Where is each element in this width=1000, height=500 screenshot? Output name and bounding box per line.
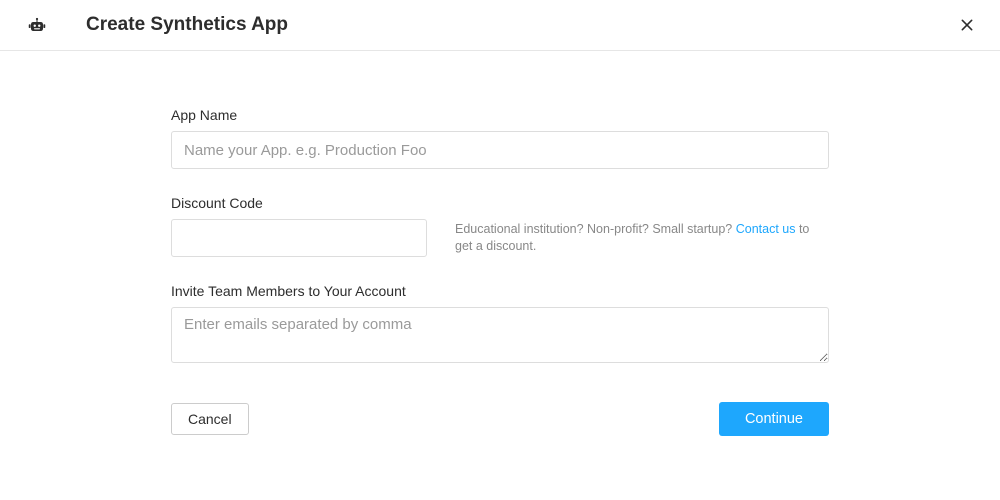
continue-button[interactable]: Continue xyxy=(719,402,829,436)
close-icon xyxy=(959,17,975,33)
discount-help-prefix: Educational institution? Non-profit? Sma… xyxy=(455,222,736,236)
robot-icon xyxy=(28,16,46,34)
invite-emails-input[interactable] xyxy=(171,307,829,363)
modal-header: Create Synthetics App xyxy=(0,0,1000,51)
discount-help-text: Educational institution? Non-profit? Sma… xyxy=(455,219,829,255)
close-button[interactable] xyxy=(958,16,976,34)
modal-title: Create Synthetics App xyxy=(86,14,958,36)
form-content: App Name Discount Code Educational insti… xyxy=(171,51,829,436)
invite-label: Invite Team Members to Your Account xyxy=(171,283,829,299)
contact-us-link[interactable]: Contact us xyxy=(736,222,796,236)
app-name-input[interactable] xyxy=(171,131,829,169)
invite-group: Invite Team Members to Your Account xyxy=(171,283,829,368)
discount-row: Educational institution? Non-profit? Sma… xyxy=(171,219,829,257)
button-row: Cancel Continue xyxy=(171,402,829,436)
discount-code-group: Discount Code Educational institution? N… xyxy=(171,195,829,257)
discount-code-label: Discount Code xyxy=(171,195,829,211)
app-name-group: App Name xyxy=(171,107,829,169)
cancel-button[interactable]: Cancel xyxy=(171,403,249,435)
app-name-label: App Name xyxy=(171,107,829,123)
discount-code-input[interactable] xyxy=(171,219,427,257)
